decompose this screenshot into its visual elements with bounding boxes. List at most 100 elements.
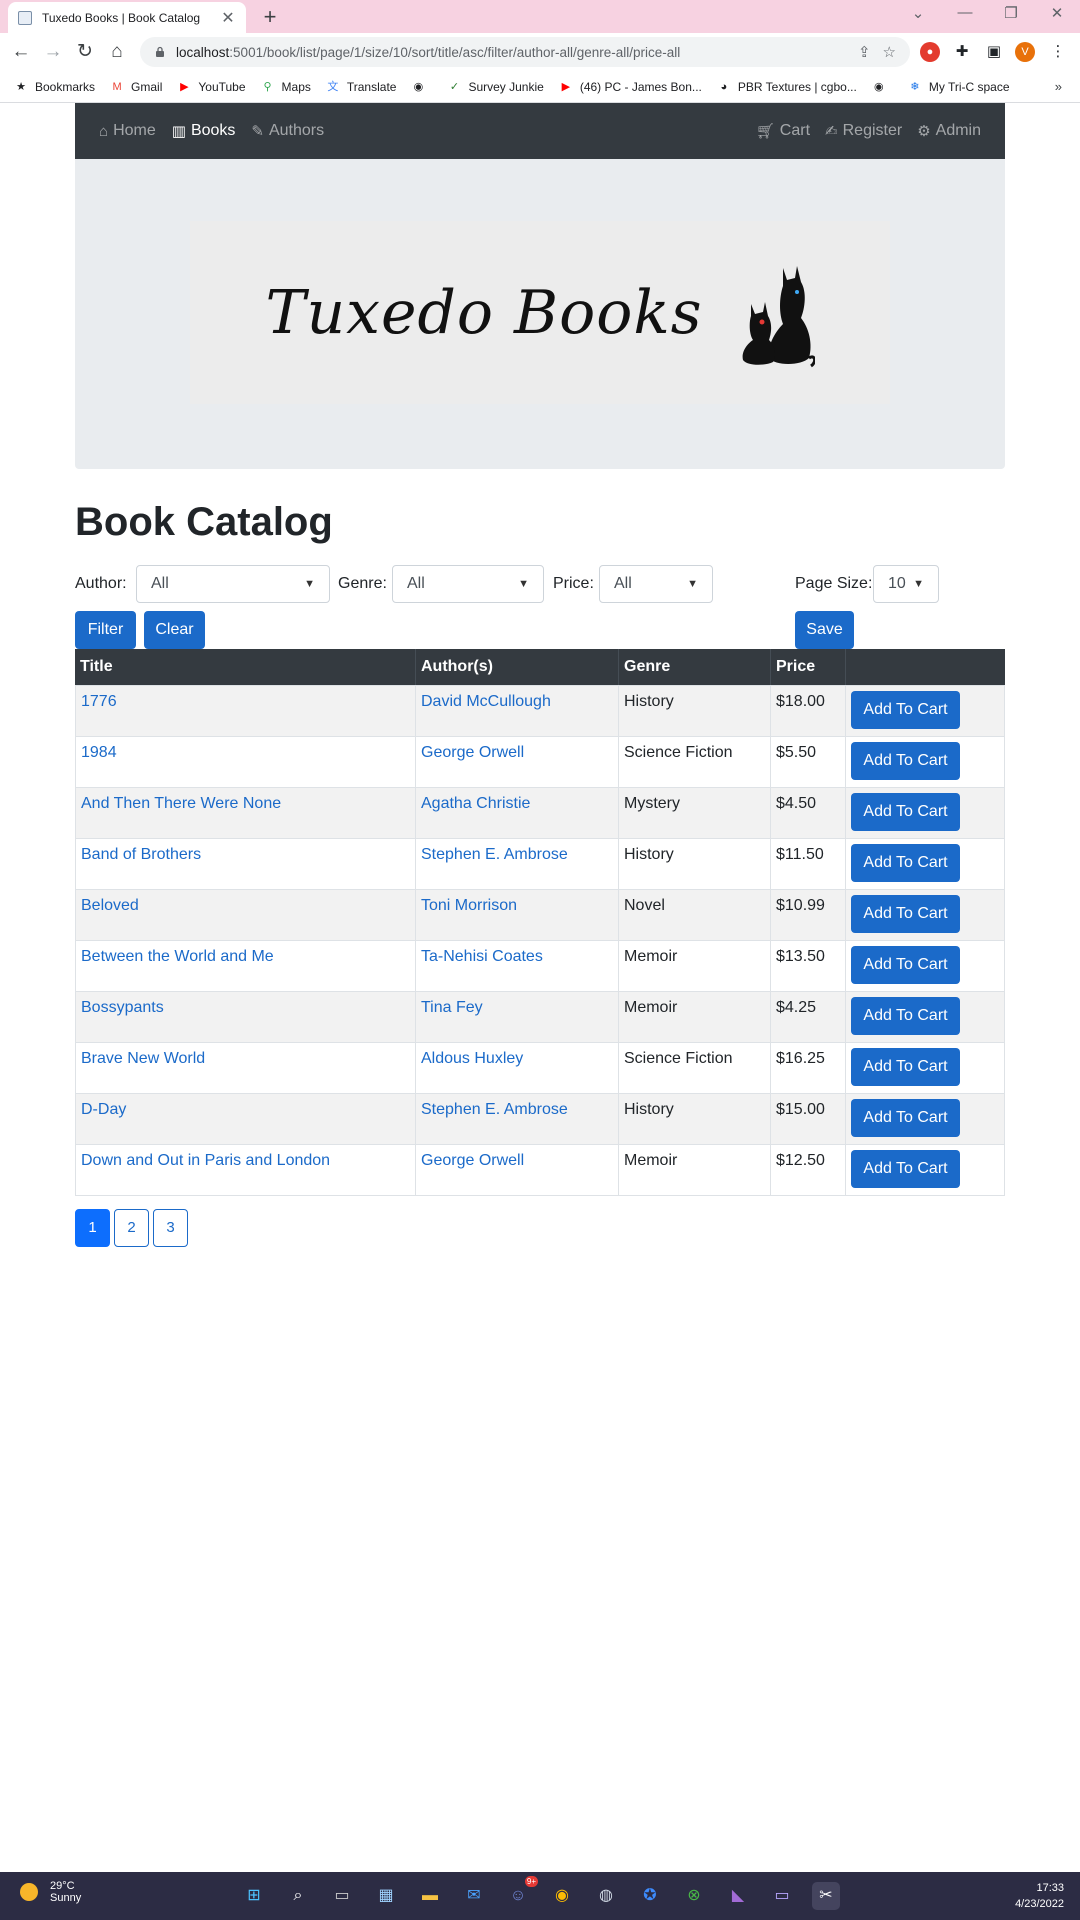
address-bar[interactable]: localhost :5001/book/list/page/1/size/10… bbox=[140, 37, 910, 67]
add-to-cart-button[interactable]: Add To Cart bbox=[851, 997, 960, 1035]
extensions-puzzle-icon[interactable]: ✚ bbox=[952, 42, 972, 62]
add-to-cart-button[interactable]: Add To Cart bbox=[851, 895, 960, 933]
close-window-icon[interactable]: ✕ bbox=[1042, 4, 1072, 22]
profile-avatar[interactable]: V bbox=[1015, 42, 1035, 62]
xbox-icon[interactable]: ⊗ bbox=[680, 1882, 708, 1910]
tab-search-icon[interactable]: ⌄ bbox=[903, 4, 933, 22]
search-icon[interactable]: ⌕ bbox=[284, 1882, 312, 1910]
genre-select[interactable]: All ▼ bbox=[392, 565, 544, 603]
bookmark-item[interactable]: 文 Translate bbox=[326, 80, 396, 94]
bookmark-item[interactable]: ◉ bbox=[411, 80, 432, 94]
menu-kebab-icon[interactable]: ⋮ bbox=[1048, 42, 1068, 62]
weather-widget[interactable]: 29°C Sunny bbox=[20, 1880, 81, 1904]
book-title-link[interactable]: 1776 bbox=[81, 693, 117, 710]
nav-home[interactable]: ⌂ Home bbox=[99, 122, 156, 140]
book-title-link[interactable]: Between the World and Me bbox=[81, 948, 274, 965]
snipping-tool-icon[interactable]: ✂ bbox=[812, 1882, 840, 1910]
add-to-cart-button[interactable]: Add To Cart bbox=[851, 1099, 960, 1137]
book-author-link[interactable]: Stephen E. Ambrose bbox=[421, 846, 568, 863]
bookmark-item[interactable]: M Gmail bbox=[110, 80, 162, 94]
add-to-cart-button[interactable]: Add To Cart bbox=[851, 1150, 960, 1188]
bookmark-item[interactable]: ◕ PBR Textures | cgbo... bbox=[717, 80, 857, 94]
book-author-link[interactable]: Stephen E. Ambrose bbox=[421, 1101, 568, 1118]
visual-studio-icon[interactable]: ◣ bbox=[724, 1882, 752, 1910]
chrome-icon[interactable]: ◉ bbox=[548, 1882, 576, 1910]
nav-authors[interactable]: ✎ Authors bbox=[251, 122, 324, 140]
bookmark-star-icon[interactable]: ☆ bbox=[883, 43, 896, 61]
battlenet-icon[interactable]: ✪ bbox=[636, 1882, 664, 1910]
file-explorer-icon[interactable]: ▬ bbox=[416, 1882, 444, 1910]
adblock-extension-icon[interactable]: ● bbox=[920, 42, 940, 62]
new-tab-button[interactable]: + bbox=[258, 4, 282, 30]
bookmarks-more-icon[interactable]: » bbox=[1055, 79, 1062, 94]
task-view-icon[interactable]: ▭ bbox=[328, 1882, 356, 1910]
author-select[interactable]: All ▼ bbox=[136, 565, 330, 603]
book-author-link[interactable]: Ta-Nehisi Coates bbox=[421, 948, 543, 965]
book-title-link[interactable]: And Then There Were None bbox=[81, 795, 281, 812]
terminal-icon[interactable]: ▭ bbox=[768, 1882, 796, 1910]
system-clock[interactable]: 17:33 4/23/2022 bbox=[1015, 1880, 1064, 1912]
share-icon[interactable]: ⇪ bbox=[858, 43, 871, 61]
book-author-link[interactable]: George Orwell bbox=[421, 744, 524, 761]
book-title-link[interactable]: 1984 bbox=[81, 744, 117, 761]
steam-icon[interactable]: ◍ bbox=[592, 1882, 620, 1910]
mail-icon[interactable]: ✉ bbox=[460, 1882, 488, 1910]
save-button[interactable]: Save bbox=[795, 611, 854, 649]
page-link-1[interactable]: 1 bbox=[75, 1209, 110, 1247]
bookmark-item[interactable]: ❄ My Tri-C space bbox=[908, 80, 1009, 94]
page-link-3[interactable]: 3 bbox=[153, 1209, 188, 1247]
bookmark-item[interactable]: ✓ Survey Junkie bbox=[447, 80, 544, 94]
clear-button[interactable]: Clear bbox=[144, 611, 205, 649]
bookmark-item[interactable]: ★ Bookmarks bbox=[14, 80, 95, 94]
book-title-link[interactable]: Bossypants bbox=[81, 999, 164, 1016]
tab-close-icon[interactable]: ✕ bbox=[220, 8, 236, 28]
nav-register[interactable]: ✍ Register bbox=[825, 122, 902, 140]
minimize-icon[interactable]: — bbox=[950, 4, 980, 21]
browser-tab[interactable]: Tuxedo Books | Book Catalog ✕ bbox=[8, 2, 246, 33]
book-author-link[interactable]: Tina Fey bbox=[421, 999, 483, 1016]
add-to-cart-button[interactable]: Add To Cart bbox=[851, 844, 960, 882]
add-to-cart-button[interactable]: Add To Cart bbox=[851, 691, 960, 729]
add-to-cart-button[interactable]: Add To Cart bbox=[851, 793, 960, 831]
bookmark-label: YouTube bbox=[198, 79, 246, 94]
book-title-link[interactable]: D-Day bbox=[81, 1101, 126, 1118]
book-author-link[interactable]: George Orwell bbox=[421, 1152, 524, 1169]
book-title-link[interactable]: Band of Brothers bbox=[81, 846, 201, 863]
nav-admin[interactable]: ⚙ Admin bbox=[917, 122, 981, 140]
book-author-link[interactable]: David McCullough bbox=[421, 693, 551, 710]
site-logo-text: Tuxedo Books bbox=[265, 277, 703, 348]
add-to-cart-button[interactable]: Add To Cart bbox=[851, 946, 960, 984]
bookmark-item[interactable]: ▶ (46) PC - James Bon... bbox=[559, 80, 702, 94]
reload-icon[interactable]: ↻ bbox=[72, 39, 98, 65]
add-to-cart-button[interactable]: Add To Cart bbox=[851, 1048, 960, 1086]
home-icon[interactable]: ⌂ bbox=[104, 39, 130, 65]
clock-time: 17:33 bbox=[1036, 1882, 1064, 1894]
header-authors[interactable]: Author(s) bbox=[416, 649, 619, 685]
discord-icon[interactable]: ☺ 9+ bbox=[504, 1876, 538, 1910]
filter-button[interactable]: Filter bbox=[75, 611, 136, 649]
page-size-select[interactable]: 10 ▼ bbox=[873, 565, 939, 603]
nav-cart[interactable]: 🛒︎ Cart bbox=[756, 122, 810, 140]
header-genre[interactable]: Genre bbox=[619, 649, 771, 685]
forward-icon[interactable]: → bbox=[40, 39, 66, 65]
windows-start-icon[interactable]: ⊞ bbox=[240, 1882, 268, 1910]
page-link-2[interactable]: 2 bbox=[114, 1209, 149, 1247]
widgets-icon[interactable]: ▦ bbox=[372, 1882, 400, 1910]
bookmark-item[interactable]: ▶ YouTube bbox=[177, 80, 245, 94]
book-author-link[interactable]: Aldous Huxley bbox=[421, 1050, 523, 1067]
add-to-cart-button[interactable]: Add To Cart bbox=[851, 742, 960, 780]
book-author-link[interactable]: Agatha Christie bbox=[421, 795, 530, 812]
header-title[interactable]: Title bbox=[75, 649, 416, 685]
header-price[interactable]: Price bbox=[771, 649, 846, 685]
book-title-link[interactable]: Beloved bbox=[81, 897, 139, 914]
back-icon[interactable]: ← bbox=[8, 39, 34, 65]
book-title-link[interactable]: Brave New World bbox=[81, 1050, 205, 1067]
book-author-link[interactable]: Toni Morrison bbox=[421, 897, 517, 914]
bookmark-item[interactable]: ◉ bbox=[872, 80, 893, 94]
book-title-link[interactable]: Down and Out in Paris and London bbox=[81, 1152, 330, 1169]
bookmark-item[interactable]: ⚲ Maps bbox=[261, 80, 311, 94]
side-panel-icon[interactable]: ▣ bbox=[984, 42, 1004, 62]
price-select[interactable]: All ▼ bbox=[599, 565, 713, 603]
restore-icon[interactable]: ❐ bbox=[996, 4, 1026, 22]
nav-books[interactable]: ▥ Books bbox=[172, 122, 236, 140]
